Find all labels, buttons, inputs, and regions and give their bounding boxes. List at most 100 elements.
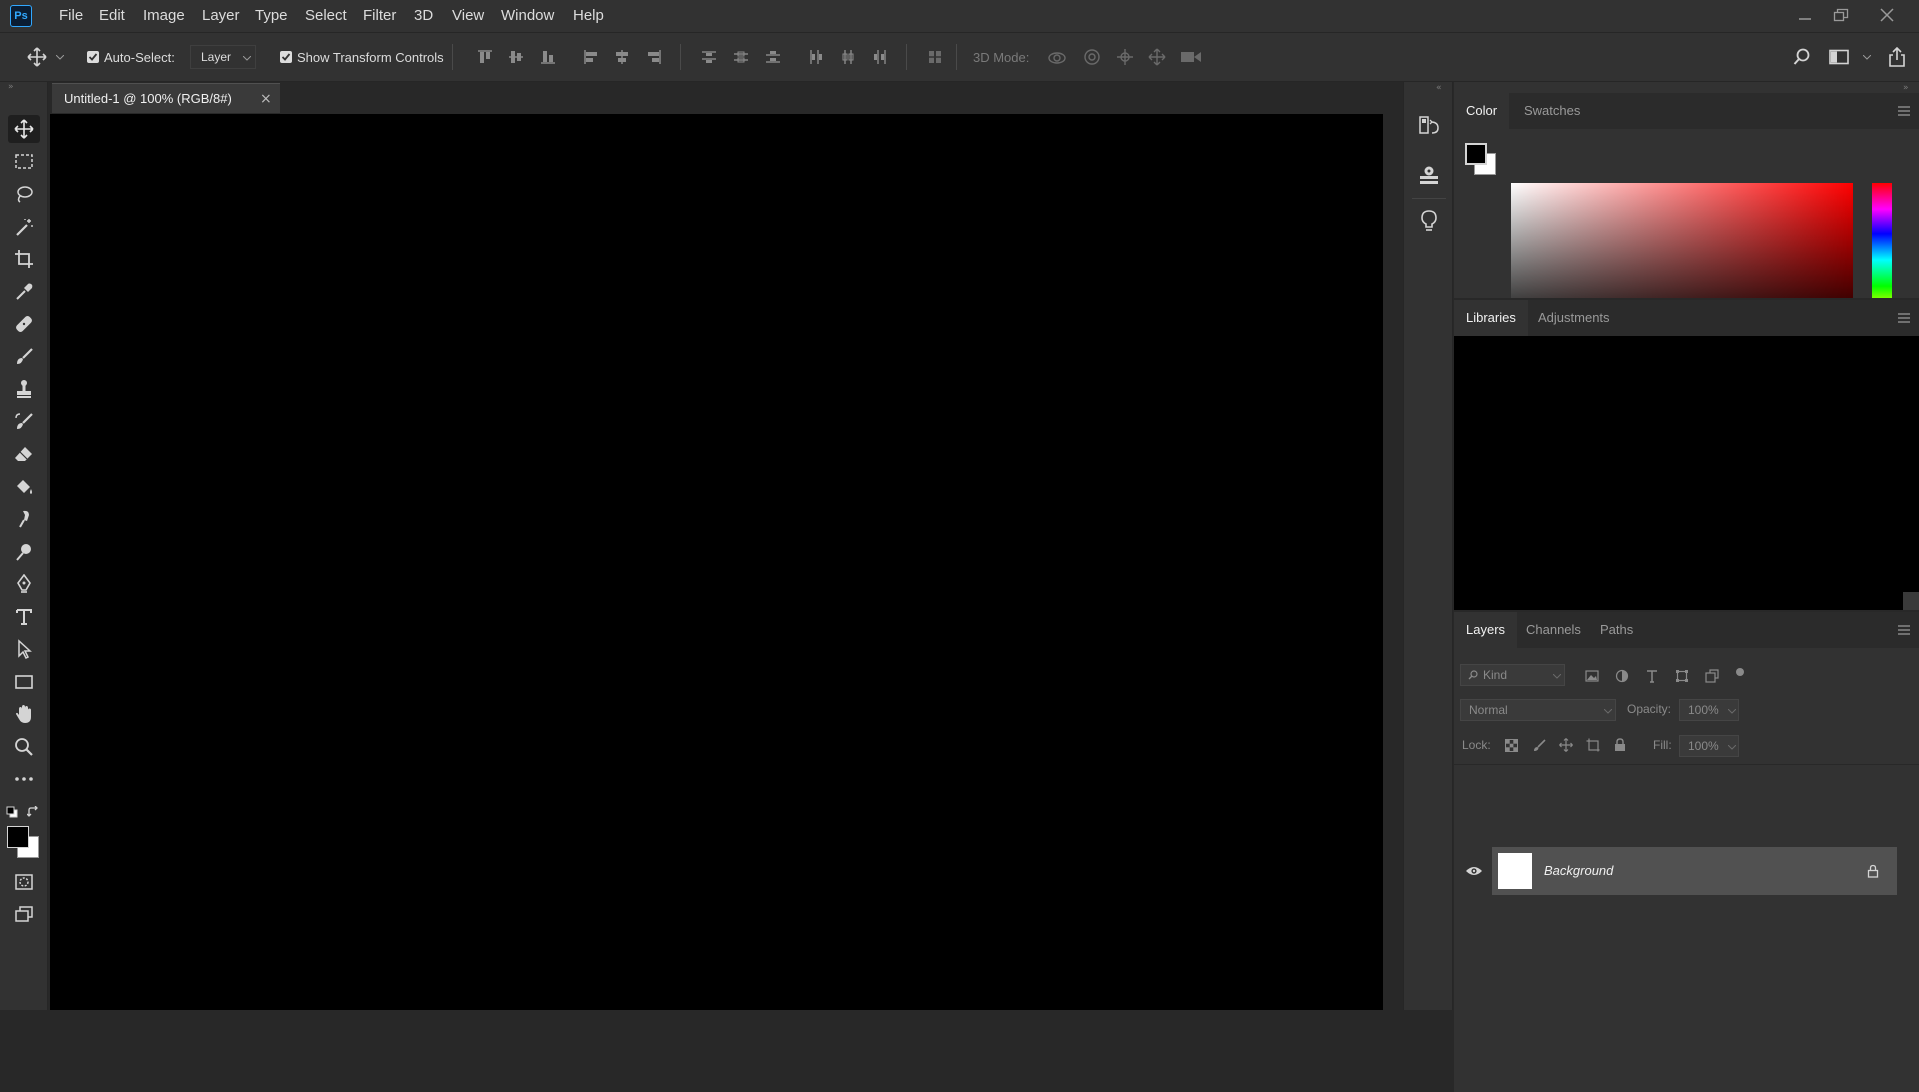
path-selection-tool-button[interactable]	[8, 635, 40, 663]
lasso-tool-button[interactable]	[8, 180, 40, 208]
photoshop-logo[interactable]: Ps	[10, 5, 32, 27]
3d-slide-button[interactable]	[1145, 46, 1169, 68]
layer-visibility-toggle[interactable]	[1462, 857, 1486, 885]
menu-view[interactable]: View	[450, 0, 486, 32]
more-tools-button[interactable]	[8, 765, 40, 793]
share-button[interactable]	[1884, 44, 1910, 70]
search-button[interactable]	[1790, 45, 1814, 69]
magic-wand-tool-button[interactable]	[8, 213, 40, 241]
distribute-bottom-edges-button[interactable]	[762, 46, 784, 68]
panel-menu-icon[interactable]	[1897, 312, 1911, 324]
close-document-icon[interactable]: ×	[260, 84, 272, 114]
filter-smart-objects-button[interactable]	[1702, 666, 1722, 686]
tab-swatches[interactable]: Swatches	[1512, 93, 1592, 129]
layer-row[interactable]: Background	[1492, 847, 1897, 895]
filter-shape-layers-button[interactable]	[1672, 666, 1692, 686]
crop-tool-button[interactable]	[8, 245, 40, 273]
workspace-button[interactable]	[1826, 45, 1852, 69]
move-tool-button[interactable]	[8, 115, 40, 143]
tab-paths[interactable]: Paths	[1588, 612, 1645, 648]
filter-type-layers-button[interactable]	[1642, 666, 1662, 686]
tab-layers[interactable]: Layers	[1454, 612, 1518, 648]
panel-menu-icon[interactable]	[1897, 105, 1911, 117]
distribute-horizontal-centers-button[interactable]	[837, 46, 859, 68]
layer-name[interactable]: Background	[1544, 847, 1613, 895]
menu-image[interactable]: Image	[141, 0, 187, 32]
swap-colors-button[interactable]	[26, 805, 40, 819]
lock-transparent-pixels-button[interactable]	[1502, 736, 1520, 754]
brush-tool-button[interactable]	[8, 343, 40, 371]
menu-3d[interactable]: 3D	[412, 0, 435, 32]
tab-channels[interactable]: Channels	[1514, 612, 1593, 648]
rectangle-tool-button[interactable]	[8, 668, 40, 696]
filter-adjustment-layers-button[interactable]	[1612, 666, 1632, 686]
close-button[interactable]	[1864, 0, 1910, 30]
3d-scale-button[interactable]	[1178, 46, 1204, 68]
type-tool-button[interactable]	[8, 603, 40, 631]
menu-select[interactable]: Select	[303, 0, 349, 32]
lock-position-button[interactable]	[1557, 736, 1575, 754]
auto-select-target-dropdown[interactable]: Layer	[190, 45, 256, 69]
smudge-tool-button[interactable]	[8, 505, 40, 533]
3d-pan-button[interactable]	[1113, 46, 1137, 68]
align-right-edges-button[interactable]	[643, 46, 665, 68]
3d-roll-button[interactable]	[1080, 46, 1104, 68]
chevron-down-icon[interactable]	[1862, 51, 1872, 63]
expand-dock-handle[interactable]: «	[1436, 84, 1450, 93]
document-canvas[interactable]	[50, 114, 1383, 1010]
hand-tool-button[interactable]	[8, 700, 40, 728]
layer-filter-dropdown[interactable]: Kind	[1460, 664, 1565, 686]
restore-button[interactable]	[1818, 0, 1864, 30]
3d-orbit-button[interactable]	[1045, 46, 1069, 68]
auto-select-checkbox[interactable]	[87, 51, 99, 63]
quick-mask-button[interactable]	[8, 868, 40, 896]
document-tab[interactable]: Untitled-1 @ 100% (RGB/8#) ×	[52, 83, 280, 113]
opacity-field[interactable]: 100%	[1679, 699, 1739, 721]
align-left-edges-button[interactable]	[580, 46, 602, 68]
default-colors-button[interactable]	[5, 805, 19, 819]
filter-pixel-layers-button[interactable]	[1582, 666, 1602, 686]
align-bottom-edges-button[interactable]	[537, 46, 559, 68]
menu-file[interactable]: File	[57, 0, 85, 32]
collapse-panels-handle[interactable]: »	[1903, 84, 1917, 93]
history-panel-button[interactable]	[1414, 110, 1444, 140]
menu-filter[interactable]: Filter	[361, 0, 398, 32]
menu-type[interactable]: Type	[253, 0, 290, 32]
menu-help[interactable]: Help	[571, 0, 606, 32]
chevron-down-icon[interactable]	[55, 51, 65, 63]
zoom-tool-button[interactable]	[8, 733, 40, 761]
pen-tool-button[interactable]	[8, 570, 40, 598]
eyedropper-tool-button[interactable]	[8, 278, 40, 306]
foreground-color-chip[interactable]	[1465, 143, 1487, 165]
marquee-tool-button[interactable]	[8, 148, 40, 176]
lock-image-pixels-button[interactable]	[1530, 736, 1548, 754]
distribute-right-edges-button[interactable]	[869, 46, 891, 68]
distribute-vertical-centers-button[interactable]	[730, 46, 752, 68]
learn-panel-button[interactable]	[1414, 206, 1444, 236]
blend-mode-dropdown[interactable]: Normal	[1460, 699, 1616, 721]
tab-libraries[interactable]: Libraries	[1454, 300, 1528, 336]
align-vertical-centers-button[interactable]	[505, 46, 527, 68]
properties-panel-button[interactable]	[1414, 160, 1444, 190]
filter-toggle-switch[interactable]	[1736, 668, 1744, 676]
dodge-tool-button[interactable]	[8, 538, 40, 566]
fill-field[interactable]: 100%	[1679, 735, 1739, 757]
tool-preset-picker[interactable]	[24, 44, 50, 70]
tab-adjustments[interactable]: Adjustments	[1526, 300, 1622, 336]
distribute-left-edges-button[interactable]	[805, 46, 827, 68]
prevent-auto-nesting-button[interactable]	[1584, 736, 1602, 754]
healing-brush-tool-button[interactable]	[8, 310, 40, 338]
distribute-top-edges-button[interactable]	[698, 46, 720, 68]
history-brush-tool-button[interactable]	[8, 408, 40, 436]
menu-window[interactable]: Window	[499, 0, 556, 32]
auto-align-layers-button[interactable]	[924, 46, 946, 68]
screen-mode-button[interactable]	[8, 900, 40, 928]
panel-menu-icon[interactable]	[1897, 624, 1911, 636]
clone-stamp-tool-button[interactable]	[8, 375, 40, 403]
tab-color[interactable]: Color	[1454, 93, 1510, 129]
show-transform-checkbox[interactable]	[280, 51, 292, 63]
collapse-handle[interactable]: »	[8, 83, 40, 92]
panel-resize-grip[interactable]	[1903, 592, 1919, 610]
lock-all-button[interactable]	[1611, 736, 1629, 754]
menu-layer[interactable]: Layer	[200, 0, 242, 32]
